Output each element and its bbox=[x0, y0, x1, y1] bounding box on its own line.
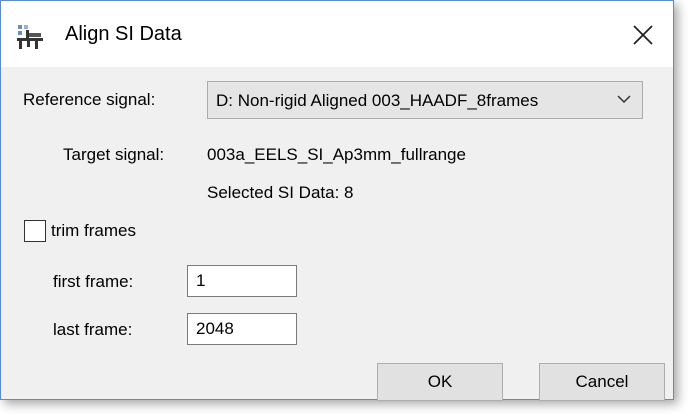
trim-frames-label: trim frames bbox=[51, 221, 136, 240]
last-frame-label: last frame: bbox=[53, 320, 133, 339]
reference-signal-label: Reference signal: bbox=[23, 90, 156, 109]
window-title: Align SI Data bbox=[65, 23, 182, 45]
close-button[interactable] bbox=[623, 15, 663, 55]
target-signal-label: Target signal: bbox=[63, 145, 165, 164]
close-icon bbox=[633, 25, 653, 45]
trim-frames-checkbox[interactable] bbox=[24, 220, 46, 242]
reference-signal-select[interactable]: D: Non-rigid Aligned 003_HAADF_8frames bbox=[207, 81, 643, 119]
chevron-down-icon bbox=[617, 95, 631, 104]
ok-button[interactable]: OK bbox=[377, 363, 503, 401]
cancel-button[interactable]: Cancel bbox=[539, 363, 665, 401]
target-signal-value: 003a_EELS_SI_Ap3mm_fullrange bbox=[207, 145, 466, 164]
first-frame-label: first frame: bbox=[53, 272, 134, 291]
app-icon bbox=[17, 25, 43, 49]
selected-si-data-text: Selected SI Data: 8 bbox=[207, 183, 354, 202]
reference-signal-value: D: Non-rigid Aligned 003_HAADF_8frames bbox=[216, 91, 539, 110]
first-frame-input[interactable] bbox=[187, 265, 297, 297]
align-si-data-dialog: Align SI Data Reference signal: D: Non-r… bbox=[0, 0, 674, 401]
last-frame-input[interactable] bbox=[187, 313, 297, 345]
title-bar: Align SI Data bbox=[1, 1, 673, 67]
